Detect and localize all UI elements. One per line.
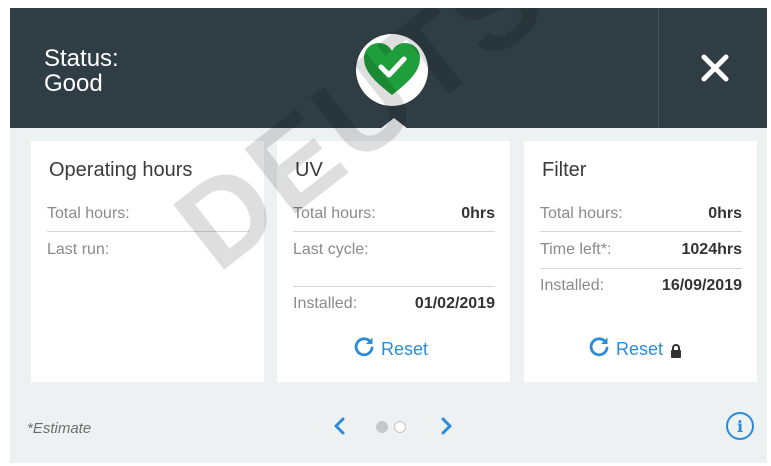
status-text: Status: Good [44,46,119,96]
row-value: 0hrs [708,205,742,222]
estimate-note: *Estimate [27,420,92,437]
row-value: 0hrs [461,205,495,222]
row-label: Installed: [540,277,605,294]
row-value: 01/02/2019 [414,295,495,312]
reset-label: Reset [381,339,429,359]
card-title: UV [295,159,323,181]
refresh-icon [354,337,374,357]
card-title: Operating hours [49,159,193,181]
card-title: Filter [542,159,587,181]
info-button[interactable]: i [726,412,754,440]
filter-card: Filter Total hours: 0hrs Time left*: 102… [524,141,757,382]
row-label: Time left*: [540,241,612,258]
uv-card: UV Total hours: 0hrs Last cycle: Install… [277,141,510,382]
close-button[interactable] [659,8,767,128]
row-value: 1024hrs [681,241,743,258]
row-label: Total hours: [47,205,130,222]
filter-reset-button[interactable]: Reset [588,336,688,360]
operating-hours-card: Operating hours Total hours: Last run: [31,141,264,382]
header-pointer [380,118,408,129]
status-badge [356,34,428,106]
row-label: Total hours: [540,205,623,222]
chevron-left-icon [334,417,345,435]
status-value: Good [44,70,103,97]
total-hours-row: Total hours: 0hrs [293,205,495,227]
lock-icon [671,344,682,358]
total-hours-row: Total hours: [47,205,249,227]
divider [293,231,495,232]
last-cycle-row: Last cycle: [293,241,495,263]
pagination-dot-1[interactable] [376,421,388,433]
status-label: Status: [44,45,119,72]
installed-row: Installed: 16/09/2019 [540,277,742,299]
info-icon: i [736,417,744,436]
divider [47,231,249,232]
uv-reset-button[interactable]: Reset [353,336,428,360]
divider [293,286,495,287]
heart-check-icon [364,43,420,95]
chevron-right-icon [441,417,452,435]
row-value: 16/09/2019 [661,277,742,294]
total-hours-row: Total hours: 0hrs [540,205,742,227]
last-run-row: Last run: [47,241,249,263]
row-label: Last cycle: [293,241,369,258]
status-panel: Status: Good Operating hours Total hours… [10,8,767,463]
installed-row: Installed: 01/02/2019 [293,295,495,317]
refresh-icon [589,337,609,357]
pagination-dot-2[interactable] [394,421,406,433]
time-left-row: Time left*: 1024hrs [540,241,742,263]
status-header: Status: Good [10,8,767,129]
row-label: Total hours: [293,205,376,222]
next-page-button[interactable] [434,414,458,438]
reset-label: Reset [616,339,664,359]
row-label: Last run: [47,241,110,258]
close-icon [701,54,729,82]
divider [540,268,742,269]
row-label: Installed: [293,295,358,312]
previous-page-button[interactable] [328,414,352,438]
divider [540,231,742,232]
